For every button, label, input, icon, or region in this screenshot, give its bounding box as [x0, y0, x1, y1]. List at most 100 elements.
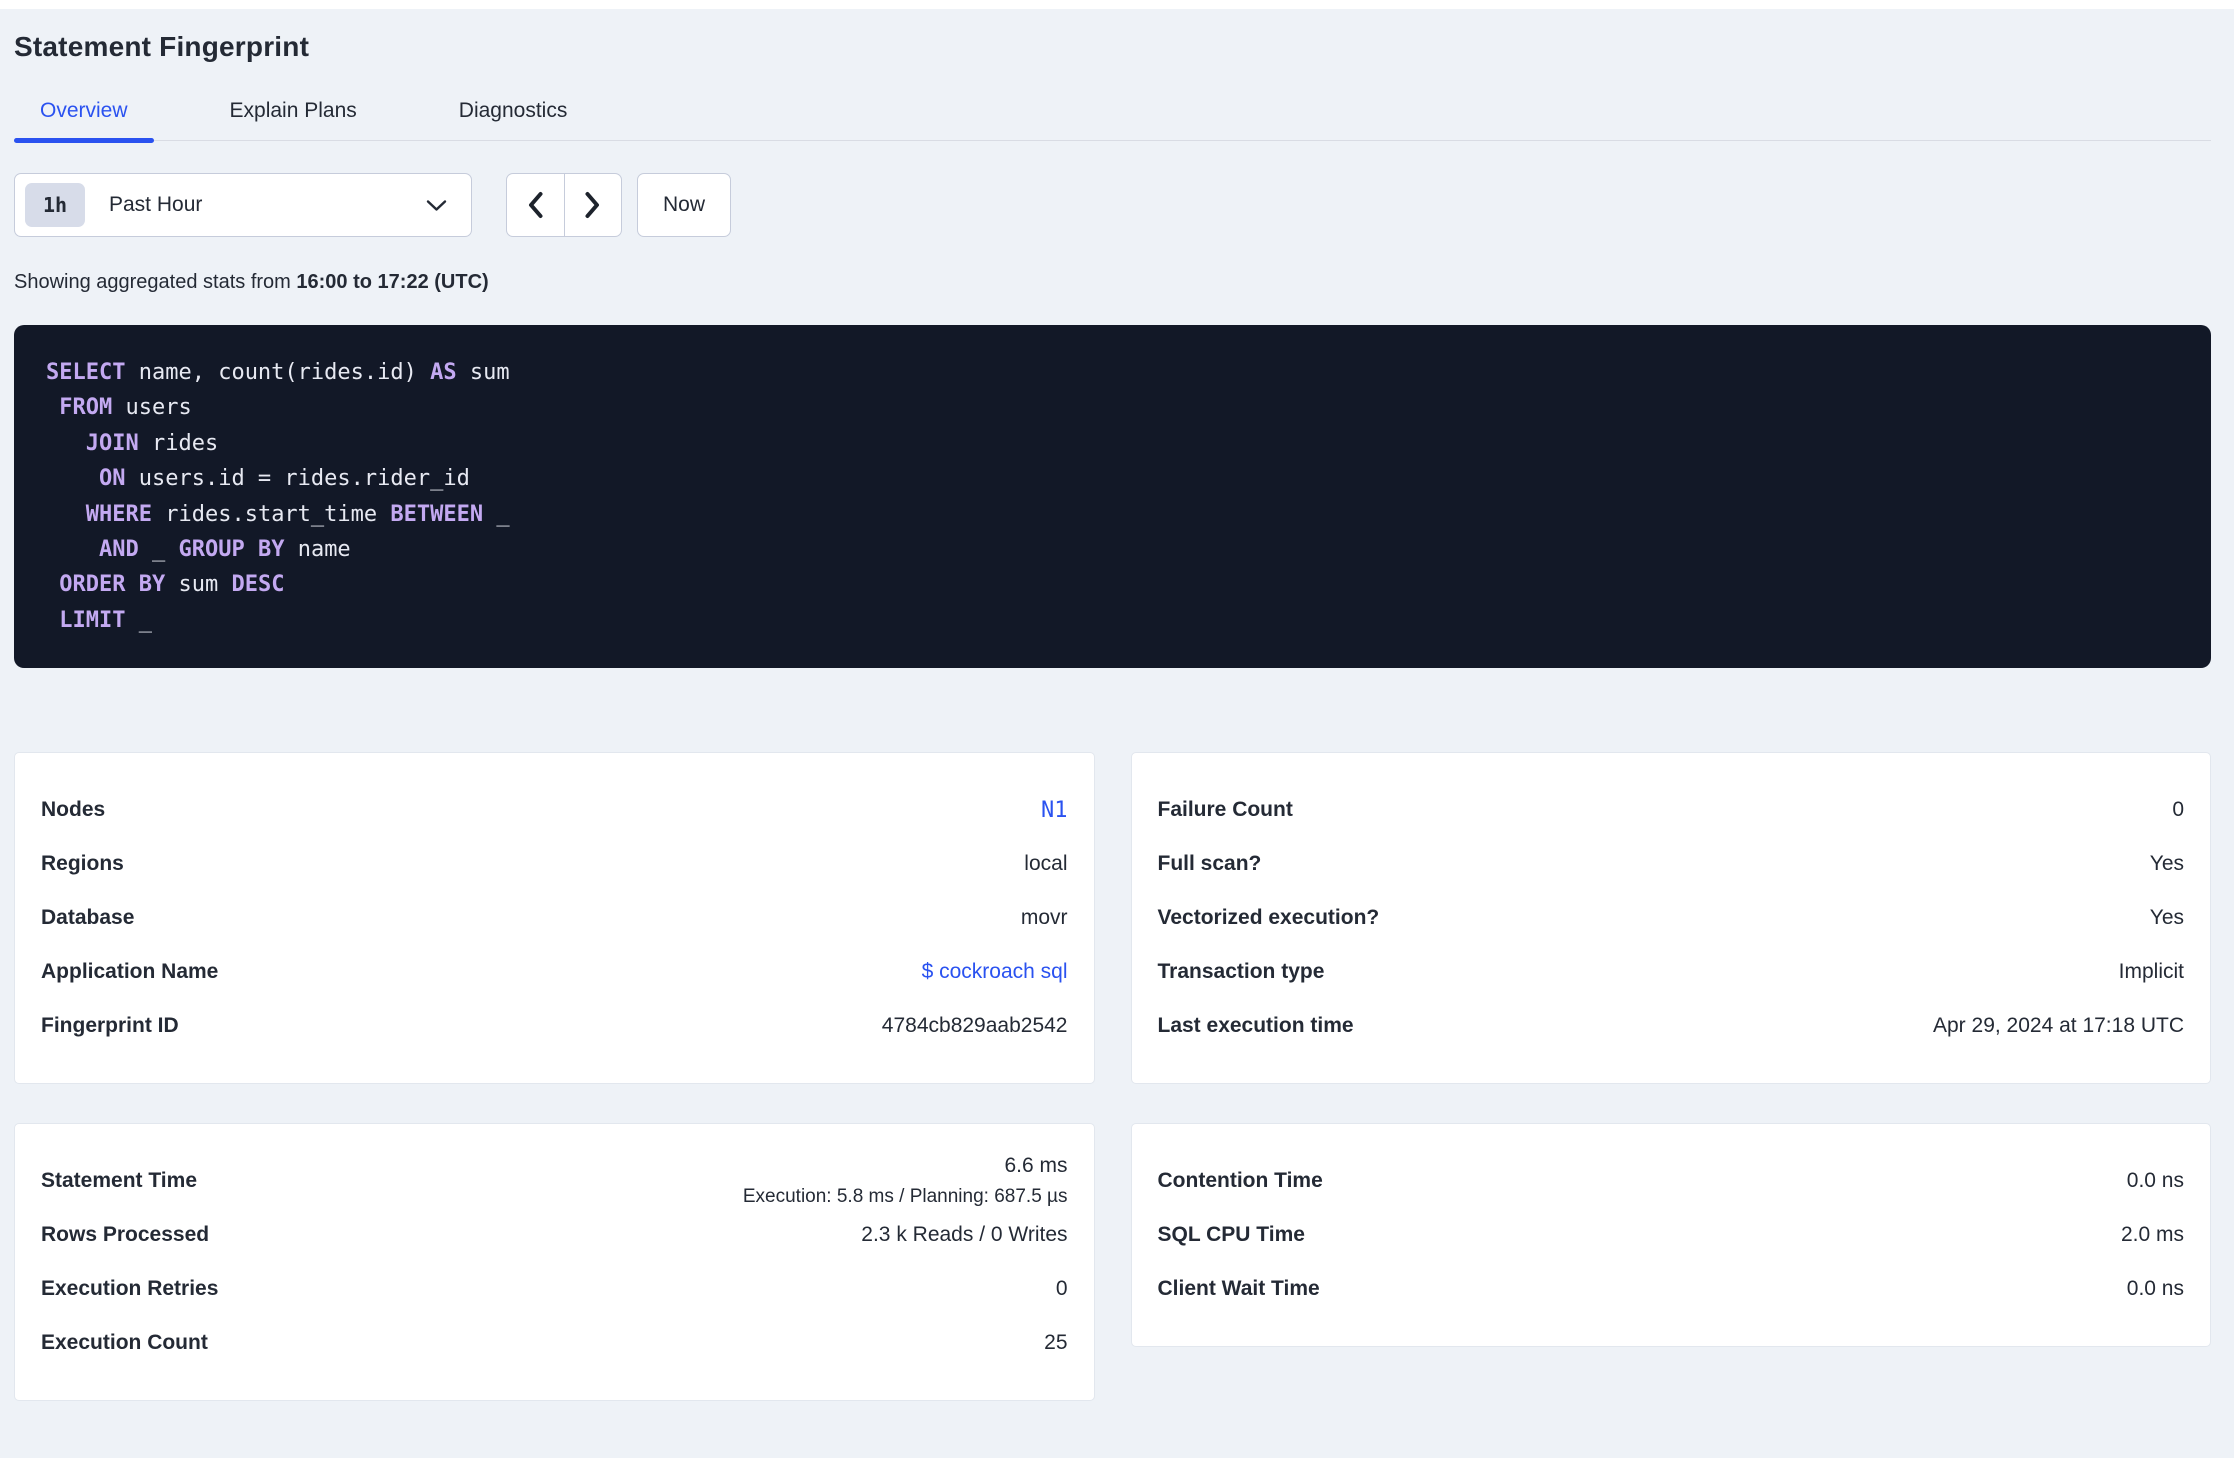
sql-line: ON users.id = rides.rider_id [98, 466, 470, 492]
stat-value-wrap: Yes [2150, 906, 2184, 930]
details-cards-row: Nodes N1 Regions local Database movr Applicati… [14, 752, 2211, 1085]
stat-label: Contention Time [1157, 1169, 1323, 1193]
stat-value-link[interactable]: $ cockroach sql [922, 960, 1068, 984]
stat-label: Full scan? [1157, 852, 1262, 876]
stat-row: Failure Count 0 [1158, 783, 2185, 837]
stat-subvalue: Execution: 5.8 ms / Planning: 687.5 µs [742, 1186, 1068, 1208]
time-range-dropdown[interactable]: 1h Past Hour [14, 173, 472, 237]
sql-line: AND _ GROUP BY name [98, 537, 351, 563]
stat-value-wrap: N1 [1041, 798, 1068, 823]
sql-line: SELECT name, count(rides.id) AS sum [46, 360, 510, 385]
stat-row: Fingerprint ID 4784cb829aab2542 [41, 999, 1068, 1053]
sql-line: ORDER BY sum DESC [59, 572, 285, 598]
next-range-button[interactable] [565, 174, 622, 236]
stat-value: Apr 29, 2024 at 17:18 UTC [1933, 1014, 2184, 1038]
stat-label: Client Wait Time [1157, 1277, 1320, 1301]
time-range-stepper [506, 173, 622, 237]
stat-value-wrap: 25 [1044, 1331, 1067, 1355]
stat-value-wrap: 4784cb829aab2542 [882, 1014, 1068, 1038]
stat-value-wrap: local [1024, 852, 1067, 876]
stat-row: Client Wait Time 0.0 ns [1158, 1262, 2185, 1316]
stat-value-wrap: 0 [2172, 798, 2184, 822]
stat-value-wrap: 0.0 ns [2127, 1169, 2184, 1193]
stat-value: Yes [2149, 852, 2184, 876]
stat-value: 0.0 ns [2126, 1169, 2184, 1193]
chevron-left-icon [528, 192, 543, 218]
stat-row: Full scan? Yes [1158, 837, 2185, 891]
stat-value-wrap: Yes [2150, 852, 2184, 876]
stat-label: Regions [41, 852, 124, 876]
stat-value-wrap: movr [1021, 906, 1068, 930]
stat-row: Execution Retries 0 [41, 1262, 1068, 1316]
time-controls: 1h Past Hour Now [14, 173, 2211, 237]
stat-value: local [1024, 852, 1068, 876]
caption-prefix: Showing aggregated stats from [14, 271, 297, 293]
stat-row: SQL CPU Time 2.0 ms [1158, 1208, 2185, 1262]
stat-value-wrap: 2.0 ms [2121, 1223, 2184, 1247]
now-button[interactable]: Now [637, 173, 731, 237]
stat-value-wrap: 0.0 ns [2127, 1277, 2184, 1301]
stat-value-link[interactable]: N1 [1041, 798, 1068, 823]
sql-line: WHERE rides.start_time BETWEEN _ [85, 501, 510, 527]
stat-label: SQL CPU Time [1157, 1223, 1305, 1247]
timing-stats-card: Contention Time 0.0 ns SQL CPU Time 2.0 ms C… [1130, 1123, 2211, 1348]
stat-label: Last execution time [1157, 1014, 1354, 1038]
sql-line: LIMIT _ [59, 607, 152, 633]
stat-value-wrap: Apr 29, 2024 at 17:18 UTC [1933, 1014, 2184, 1038]
time-range-badge: 1h [25, 183, 85, 227]
stats-cards-row: Statement Time 6.6 ms Execution: 5.8 ms / … [14, 1123, 2211, 1402]
time-range-label: Past Hour [109, 193, 203, 216]
stat-value: 4784cb829aab2542 [881, 1014, 1068, 1038]
stat-row: Statement Time 6.6 ms Execution: 5.8 ms / … [41, 1154, 1068, 1208]
stat-row: Execution Count 25 [41, 1316, 1068, 1370]
aggregated-stats-caption: Showing aggregated stats from 16:00 to 1… [14, 271, 2211, 294]
stat-row: Vectorized execution? Yes [1158, 891, 2185, 945]
stat-label: Nodes [41, 798, 106, 822]
stat-value: 0 [1055, 1277, 1068, 1301]
execution-attributes-card: Failure Count 0 Full scan? Yes Vectorized ex… [1130, 752, 2211, 1085]
stat-value-wrap: 2.3 k Reads / 0 Writes [861, 1223, 1067, 1247]
stat-label: Fingerprint ID [41, 1014, 179, 1038]
stat-label: Vectorized execution? [1157, 906, 1380, 930]
statement-details-card: Nodes N1 Regions local Database movr Applicati… [14, 752, 1095, 1085]
tab-diagnostics[interactable]: Diagnostics [433, 99, 594, 140]
top-edge-strip [0, 0, 2234, 9]
stat-value-wrap: $ cockroach sql [922, 960, 1068, 984]
chevron-right-icon [585, 192, 600, 218]
stat-row: Database movr [41, 891, 1068, 945]
stat-row: Transaction type Implicit [1158, 945, 2185, 999]
stat-row: Nodes N1 [41, 783, 1068, 837]
stat-label: Application Name [41, 960, 219, 984]
stat-row: Rows Processed 2.3 k Reads / 0 Writes [41, 1208, 1068, 1262]
stat-label: Rows Processed [41, 1223, 210, 1247]
stat-label: Failure Count [1157, 798, 1293, 822]
stat-row: Contention Time 0.0 ns [1158, 1154, 2185, 1208]
statement-stats-card: Statement Time 6.6 ms Execution: 5.8 ms / … [14, 1123, 1095, 1402]
sql-statement-code: SELECT name, count(rides.id) AS sum FROM… [46, 355, 2179, 638]
sql-statement-box: SELECT name, count(rides.id) AS sum FROM… [14, 325, 2211, 669]
sql-line: FROM users [59, 395, 192, 421]
stat-value: 0.0 ns [2126, 1277, 2184, 1301]
stat-label: Execution Retries [41, 1277, 219, 1301]
stat-value: 2.3 k Reads / 0 Writes [861, 1223, 1068, 1247]
prev-range-button[interactable] [507, 174, 564, 236]
stat-label: Execution Count [41, 1331, 208, 1355]
stat-row: Application Name $ cockroach sql [41, 945, 1068, 999]
stat-value: movr [1020, 906, 1068, 930]
stat-value-wrap: 0 [1056, 1277, 1068, 1301]
stat-value: 25 [1044, 1331, 1068, 1355]
sql-line: JOIN rides [85, 430, 219, 456]
stat-label: Statement Time [41, 1169, 197, 1193]
stat-value: Implicit [2118, 960, 2184, 984]
stat-label: Database [41, 906, 135, 930]
chevron-down-icon [426, 199, 447, 211]
tab-bar: Overview Explain Plans Diagnostics [14, 99, 2211, 143]
tab-overview[interactable]: Overview [14, 99, 154, 143]
caption-time-range: 16:00 to 17:22 (UTC) [296, 271, 489, 293]
stat-row: Regions local [41, 837, 1068, 891]
stat-row: Last execution time Apr 29, 2024 at 17:18… [1158, 999, 2185, 1053]
statement-fingerprint-page: Statement Fingerprint Overview Explain Pl… [0, 31, 2234, 1402]
page-title: Statement Fingerprint [14, 31, 310, 62]
tab-explain-plans[interactable]: Explain Plans [204, 99, 383, 140]
stat-value: Yes [2149, 906, 2184, 930]
